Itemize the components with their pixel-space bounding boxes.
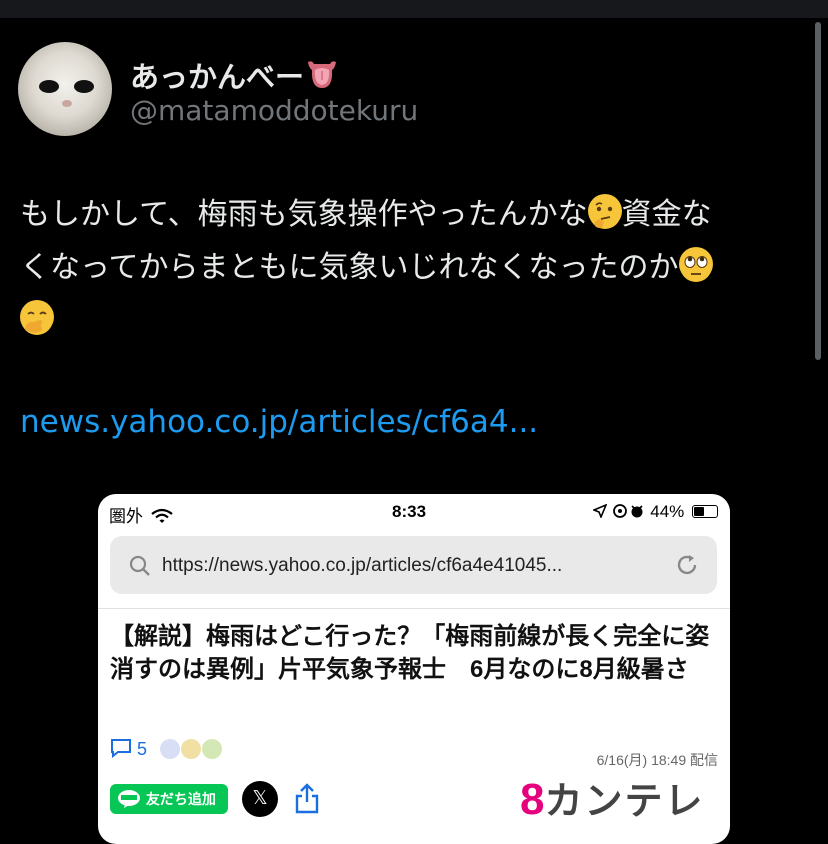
publish-date: 6/16(月) 18:49 配信 [596,752,718,768]
address-bar-url: https://news.yahoo.co.jp/articles/cf6a4e… [162,555,563,576]
battery-percent: 44% [650,502,685,521]
face-with-hand-over-mouth-emoji [20,300,54,335]
kantele-logo: 8カンテレ [520,770,705,825]
carrier-label: 圏外 [109,507,143,526]
face-with-rolling-eyes-emoji [678,247,713,282]
tongue-emoji [306,58,338,97]
location-icon [591,503,608,520]
top-bar [0,0,828,18]
x-share-button[interactable]: 𝕏 [242,781,278,817]
wifi-icon [151,508,173,523]
divider [98,608,730,609]
article-link[interactable]: news.yahoo.co.jp/articles/cf6a4... [20,404,538,440]
tweet-text: もしかして、梅雨も気象操作やったんかな 資金な くなってからまともに気象いじれな… [20,188,815,347]
tweet-text-line1: もしかして、梅雨も気象操作やったんかな [20,197,588,232]
display-name-text: あっかんべー [130,60,305,94]
reaction-face-icon [202,739,223,759]
tweet-text-line2: くなってからまともに気象いじれなくなったのか [20,250,679,285]
line-add-friend-button[interactable]: 友だち追加 [110,784,228,814]
share-icon[interactable] [294,782,320,814]
scrollbar[interactable] [815,22,821,360]
embedded-screenshot-card[interactable]: 圏外 8:33 44% https://news.yahoo.co.jp/art… [98,494,730,844]
battery-icon [692,505,718,518]
status-right: 44% [591,502,718,522]
status-time: 8:33 [392,502,427,521]
article-stats: 5 [110,738,223,760]
avatar-eye-right [74,80,94,93]
reaction-face-icon [160,739,181,759]
avatar-eye-left [39,80,59,93]
user-handle[interactable]: @matamoddotekuru [130,94,418,127]
phone-status-bar: 圏外 8:33 44% [98,494,730,530]
thinking-face-emoji [587,194,622,229]
display-name[interactable]: あっかんべー [130,54,338,97]
tweet-text-line1b: 資金な [621,197,712,232]
avatar[interactable] [18,42,112,136]
line-icon [118,790,140,808]
reload-icon[interactable] [675,553,699,577]
logo-number: 8 [520,775,545,824]
avatar-nose [62,100,72,107]
address-bar[interactable]: https://news.yahoo.co.jp/articles/cf6a4e… [110,536,717,594]
article-headline: 【解説】梅雨はどこ行った？「梅雨前線が長く完全に姿消すのは異例」片平気象予報士 … [110,623,710,683]
reaction-face-icon [181,739,202,759]
status-left: 圏外 [109,502,173,527]
line-button-label: 友だち追加 [145,791,216,807]
logo-text: カンテレ [544,781,705,823]
comment-count[interactable]: 5 [137,739,147,759]
search-icon [129,555,150,576]
alarm-icon [612,504,643,518]
comment-icon[interactable] [110,738,132,759]
